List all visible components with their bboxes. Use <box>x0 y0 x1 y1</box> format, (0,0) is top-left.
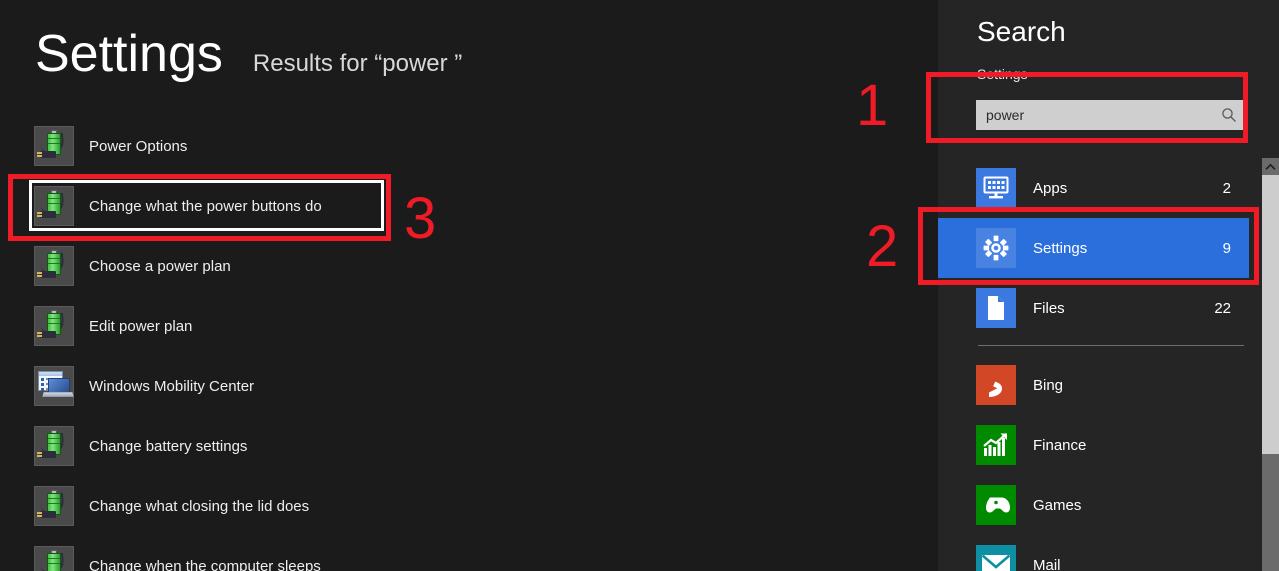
finance-chart-icon <box>976 425 1016 465</box>
results-pane: Settings Results for “power ” Power Opti… <box>0 0 938 571</box>
app-finance[interactable]: Finance <box>938 415 1249 475</box>
list-divider <box>978 345 1244 346</box>
search-results-screen: Settings Results for “power ” Power Opti… <box>0 0 1279 571</box>
result-item[interactable]: Change when the computer sleeps <box>34 536 594 571</box>
result-item-label: Change what closing the lid does <box>89 497 310 515</box>
battery-power-icon <box>34 246 74 286</box>
battery-power-icon <box>34 126 74 166</box>
result-item-label: Change when the computer sleeps <box>89 557 321 571</box>
result-item[interactable]: Windows Mobility Center <box>34 356 594 416</box>
result-item-label: Choose a power plan <box>89 257 231 275</box>
app-mail[interactable]: Mail <box>938 535 1249 571</box>
battery-power-icon <box>34 486 74 526</box>
result-item-label: Windows Mobility Center <box>89 377 255 395</box>
result-item[interactable]: Choose a power plan <box>34 236 594 296</box>
battery-power-icon <box>34 306 74 346</box>
category-count: 22 <box>1214 299 1231 317</box>
battery-power-icon <box>34 546 74 571</box>
results-header: Settings Results for “power ” <box>35 28 462 80</box>
result-item-label: Change battery settings <box>89 437 248 455</box>
battery-power-icon <box>34 426 74 466</box>
result-item[interactable]: Change battery settings <box>34 416 594 476</box>
app-label: Mail <box>1033 556 1061 571</box>
charm-title: Search <box>977 16 1066 47</box>
app-label: Bing <box>1033 376 1064 394</box>
category-label: Files <box>1033 299 1065 317</box>
annotation-highlight-3 <box>29 180 384 231</box>
category-files[interactable]: Files 22 <box>938 278 1249 338</box>
result-item-label: Edit power plan <box>89 317 193 335</box>
result-item[interactable]: Power Options <box>34 116 594 176</box>
scrollbar-thumb[interactable] <box>1262 175 1279 454</box>
app-label: Games <box>1033 496 1082 514</box>
document-icon <box>976 288 1016 328</box>
page-title: Settings <box>35 25 223 83</box>
annotation-box-1 <box>926 72 1248 143</box>
chevron-up-icon[interactable] <box>1262 158 1279 175</box>
app-bing[interactable]: Bing <box>938 355 1249 415</box>
envelope-icon <box>976 545 1016 571</box>
mobility-center-icon <box>34 366 74 406</box>
app-list: Bing Finance Games Mail <box>938 355 1249 571</box>
gamepad-icon <box>976 485 1016 525</box>
category-count: 2 <box>1222 179 1231 197</box>
monitor-icon <box>976 168 1016 208</box>
annotation-box-2 <box>918 207 1259 285</box>
results-for-label: Results for “power ” <box>252 50 463 77</box>
result-item[interactable]: Edit power plan <box>34 296 594 356</box>
bing-icon <box>976 365 1016 405</box>
annotation-number-1: 1 <box>856 73 889 138</box>
annotation-number-3: 3 <box>404 186 437 251</box>
category-label: Apps <box>1033 179 1068 197</box>
app-label: Finance <box>1033 436 1087 454</box>
charm-scrollbar[interactable] <box>1262 158 1279 571</box>
result-item[interactable]: Change what closing the lid does <box>34 476 594 536</box>
annotation-number-2: 2 <box>866 214 899 279</box>
result-item-label: Power Options <box>89 137 188 155</box>
app-games[interactable]: Games <box>938 475 1249 535</box>
